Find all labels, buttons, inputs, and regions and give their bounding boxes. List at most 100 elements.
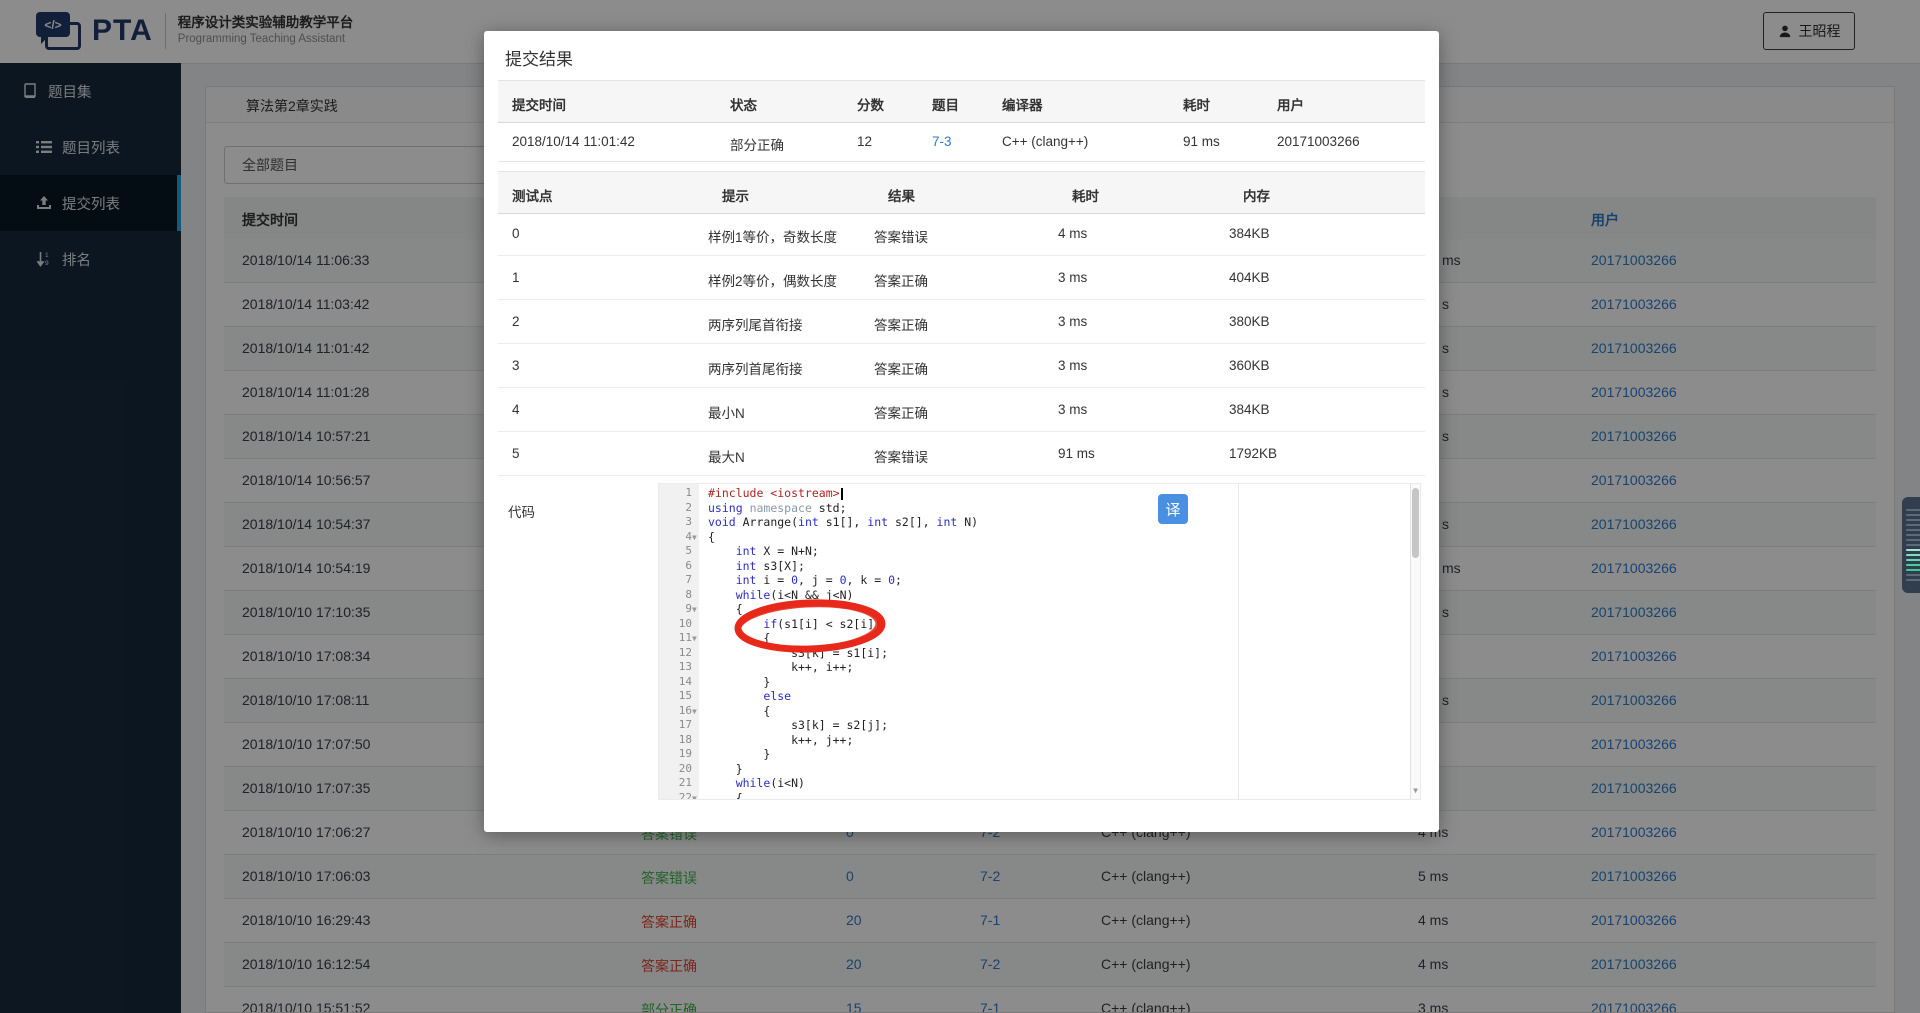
test-case-row: 1 样例2等价，偶数长度 答案正确 3 ms 404KB [498,256,1425,300]
submission-result-modal: 提交结果 提交时间 状态 分数 题目 编译器 耗时 用户 2018/10/14 … [484,31,1439,832]
code-line-1: 1 #include <iostream> [659,486,1410,501]
code-line-4: 4 ▼{ [659,530,1410,545]
hint-cell: 样例1等价，奇数长度 [708,230,838,245]
hint-cell: 最小N [708,406,745,421]
col-hint: 提示 [722,189,749,204]
line-number: 8 [685,587,692,601]
code-line-11: 11 ▼ { [659,631,1410,646]
hint-cell: 两序列首尾衔接 [708,362,803,377]
code-line-3: 3 void Arrange(int s1[], int s2[], int N) [659,515,1410,530]
summary-table-header: 提交时间 状态 分数 题目 编译器 耗时 用户 [498,80,1425,123]
fold-arrow-icon[interactable]: ▼ [692,603,704,618]
text-cursor [840,488,843,500]
translate-button-label: 译 [1165,501,1181,519]
hint-cell: 两序列尾首衔接 [708,318,803,333]
code-line-10: 10 if(s1[i] < s2[i]) [659,617,1410,632]
memory-cell: 384KB [1229,226,1270,241]
summary-row: 2018/10/14 11:01:42 部分正确 12 7-3 C++ (cla… [498,121,1425,162]
line-number: 20 [678,761,692,775]
test-time-cell: 3 ms [1058,314,1088,329]
test-case-cell: 0 [512,226,520,241]
test-case-cell: 3 [512,358,520,373]
line-number: 9 [685,602,692,615]
code-line-19: 19 } [659,747,1410,762]
fold-arrow-icon[interactable]: ▼ [692,792,704,800]
result-cell: 答案正确 [874,406,928,421]
line-number: 1 [685,486,692,499]
code-editor[interactable]: 1 #include <iostream> 2 using namespace std… [658,483,1421,800]
result-cell: 答案正确 [874,318,928,333]
fold-arrow-icon[interactable]: ▼ [692,632,704,647]
memory-cell: 384KB [1229,402,1270,417]
test-case-cell: 4 [512,402,520,417]
app-root: </> PTA 程序设计类实验辅助教学平台 Programming Teachi… [0,0,1920,1013]
line-number: 15 [678,689,692,702]
test-case-row: 4 最小N 答案正确 3 ms 384KB [498,388,1425,432]
scrollbar-down-arrow[interactable]: ▼ [1411,784,1420,799]
test-time-cell: 4 ms [1058,226,1088,241]
test-case-row: 2 两序列尾首衔接 答案正确 3 ms 380KB [498,300,1425,344]
col-time-used: 耗时 [1183,98,1210,113]
col-compiler: 编译器 [1002,98,1043,113]
line-number: 7 [685,573,692,586]
summary-problem-link[interactable]: 7-3 [932,134,952,149]
tests-table-header: 测试点 提示 结果 耗时 内存 [498,171,1425,214]
code-line-6: 6 int s3[X]; [659,559,1410,574]
code-label: 代码 [508,505,535,520]
col-test-case: 测试点 [512,189,553,204]
test-case-row: 0 样例1等价，奇数长度 答案错误 4 ms 384KB [498,212,1425,256]
memory-cell: 380KB [1229,314,1270,329]
editor-scrollbar-thumb[interactable] [1412,488,1419,558]
line-number: 11 [678,631,692,644]
code-line-22: 22 ▼ { [659,790,1410,800]
col-result: 结果 [888,189,915,204]
line-number: 5 [685,544,692,557]
summary-user: 20171003266 [1277,134,1360,149]
col-status: 状态 [730,98,757,113]
col-memory: 内存 [1243,189,1270,204]
test-time-cell: 91 ms [1058,446,1095,461]
summary-status: 部分正确 [730,138,784,153]
test-time-cell: 3 ms [1058,402,1088,417]
memory-cell: 404KB [1229,270,1270,285]
fold-arrow-icon[interactable]: ▼ [692,705,704,720]
summary-time: 2018/10/14 11:01:42 [512,134,635,149]
result-cell: 答案错误 [874,450,928,465]
code-line-15: 15 else [659,689,1410,704]
result-cell: 答案正确 [874,274,928,289]
summary-score: 12 [857,134,873,149]
col-problem: 题目 [932,98,959,113]
translate-button[interactable]: 译 [1158,494,1188,524]
code-line-21: 21 while(i<N) [659,776,1410,791]
edge-extension-widget[interactable] [1902,497,1920,593]
code-line-8: 8 while(i<N && j<N) [659,588,1410,603]
line-number: 22 [678,790,692,800]
code-line-16: 16 ▼ { [659,704,1410,719]
col-test-time: 耗时 [1072,189,1099,204]
code-line-12: 12 s3[k] = s1[i]; [659,646,1410,661]
line-number: 21 [678,776,692,789]
line-number: 19 [678,747,692,760]
hint-cell: 样例2等价，偶数长度 [708,274,838,289]
result-cell: 答案错误 [874,230,928,245]
code-line-20: 20 } [659,762,1410,777]
test-time-cell: 3 ms [1058,358,1088,373]
code-line-14: 14 } [659,675,1410,690]
code-line-7: 7 int i = 0, j = 0, k = 0; [659,573,1410,588]
test-time-cell: 3 ms [1058,270,1088,285]
code-line-5: 5 int X = N+N; [659,544,1410,559]
editor-scrollbar[interactable]: ▼ [1410,484,1420,799]
line-number: 14 [678,674,692,688]
tests-table-body: 0 样例1等价，奇数长度 答案错误 4 ms 384KB 1 样例2等价，偶数长度 答案正确 3… [498,212,1425,476]
line-number: 2 [685,500,692,514]
test-case-row: 3 两序列首尾衔接 答案正确 3 ms 360KB [498,344,1425,388]
code-line-13: 13 k++, i++; [659,660,1410,675]
fold-arrow-icon[interactable]: ▼ [692,531,704,546]
code-line-2: 2 using namespace std; [659,501,1410,516]
col-submit-time: 提交时间 [512,98,566,113]
test-case-cell: 5 [512,446,520,461]
line-number: 12 [678,645,692,659]
line-number: 3 [685,515,692,528]
test-case-row: 5 最大N 答案错误 91 ms 1792KB [498,432,1425,476]
line-number: 13 [678,660,692,673]
